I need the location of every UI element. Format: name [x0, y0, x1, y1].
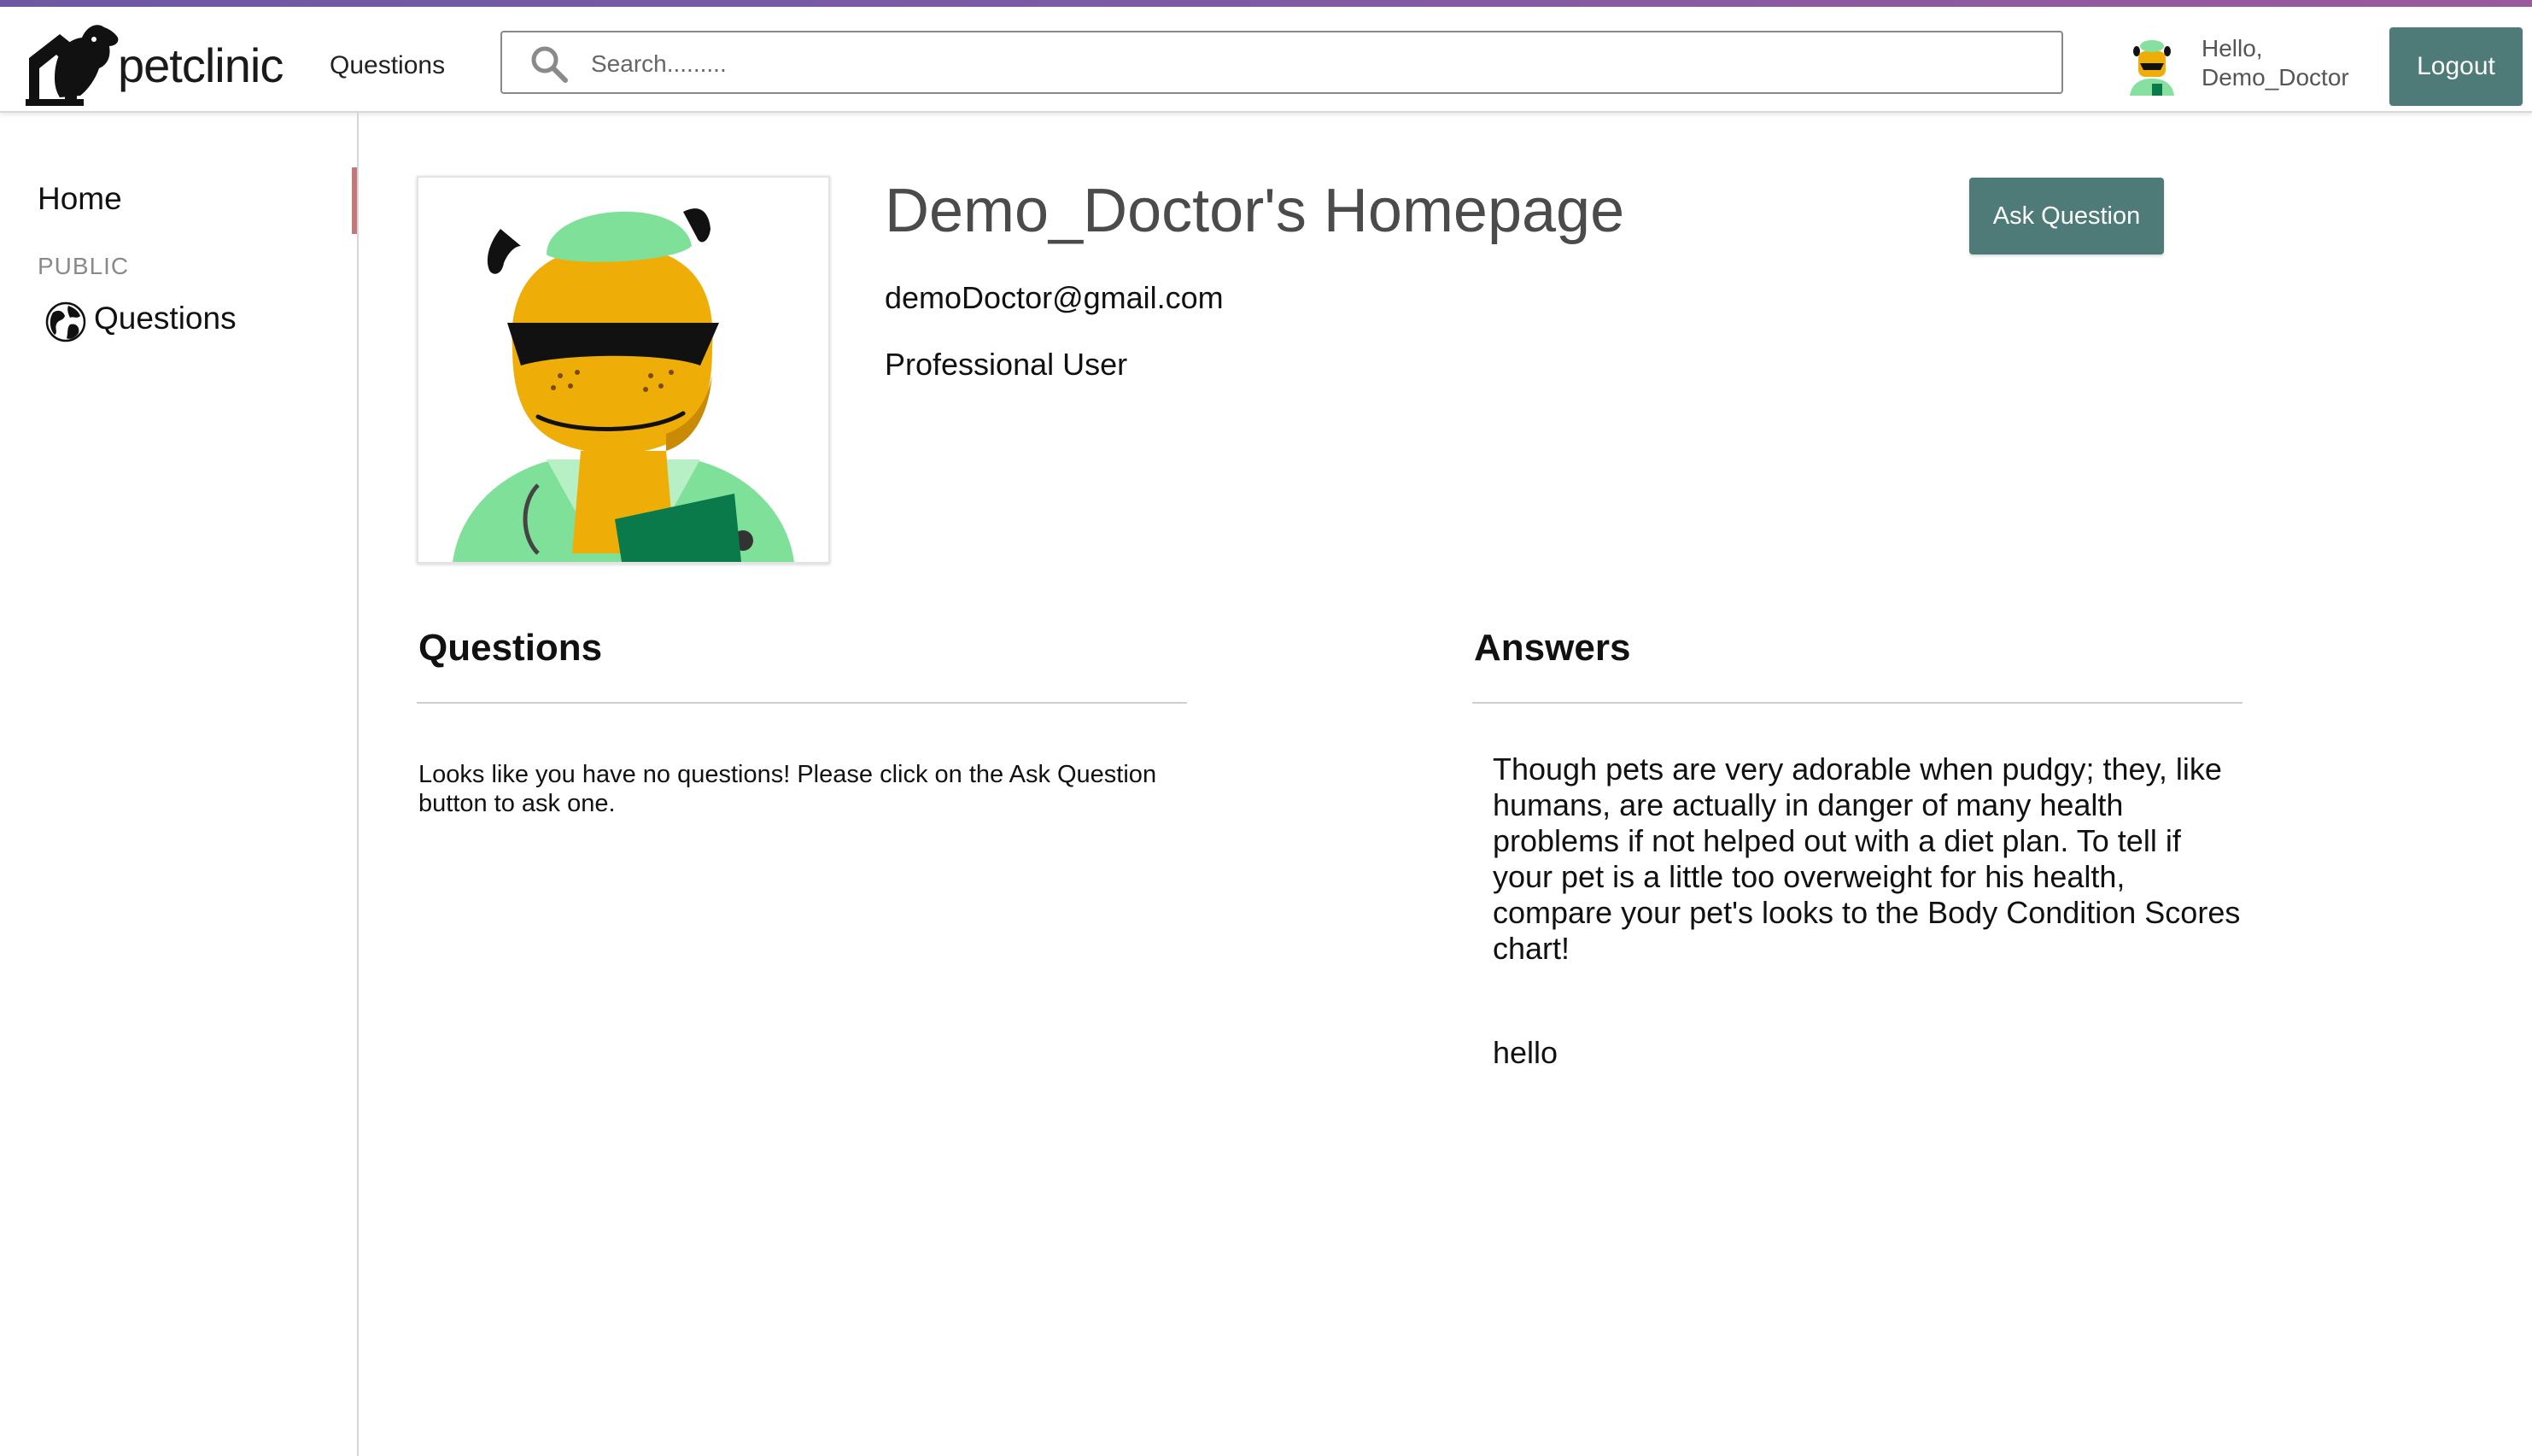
dog-house-logo-icon[interactable] — [26, 19, 121, 106]
search-input[interactable] — [589, 46, 2027, 82]
questions-heading: Questions — [418, 627, 603, 669]
questions-empty-message: Looks like you have no questions! Please… — [418, 761, 1157, 817]
nav-link-questions[interactable]: Questions — [330, 51, 445, 80]
answer-item[interactable]: hello — [1493, 1035, 2244, 1071]
top-navbar: petclinic Questions Hello, Demo_Doctor L… — [0, 7, 2532, 113]
greeting-username: Demo_Doctor — [2202, 64, 2349, 91]
globe-icon — [45, 301, 86, 342]
user-role: Professional User — [885, 347, 1128, 382]
brand-name[interactable]: petclinic — [118, 38, 284, 93]
ask-question-button[interactable]: Ask Question — [1969, 178, 2164, 254]
greeting-line-1: Hello, — [2202, 35, 2263, 61]
user-avatar[interactable] — [2125, 34, 2179, 96]
answer-item[interactable]: Though pets are very adorable when pudgy… — [1493, 751, 2244, 967]
questions-divider — [417, 702, 1187, 704]
page-title: Demo_Doctor's Homepage — [885, 177, 1625, 245]
answers-divider — [1472, 702, 2243, 704]
sidebar-item-home[interactable]: Home — [38, 181, 122, 217]
top-accent-stripe — [0, 0, 2532, 7]
search-bar[interactable] — [500, 31, 2063, 94]
user-email: demoDoctor@gmail.com — [885, 280, 1224, 315]
user-greeting: Hello, Demo_Doctor — [2202, 34, 2349, 92]
sidebar-section-public: PUBLIC — [38, 253, 130, 279]
profile-picture — [417, 176, 830, 564]
sidebar: Home PUBLIC Questions — [0, 113, 359, 1456]
logout-button[interactable]: Logout — [2389, 27, 2523, 106]
search-icon — [531, 46, 568, 83]
doctor-dog-illustration — [453, 208, 794, 562]
sidebar-item-questions[interactable]: Questions — [94, 301, 237, 336]
sidebar-active-indicator — [352, 167, 357, 234]
answers-heading: Answers — [1474, 627, 1631, 669]
